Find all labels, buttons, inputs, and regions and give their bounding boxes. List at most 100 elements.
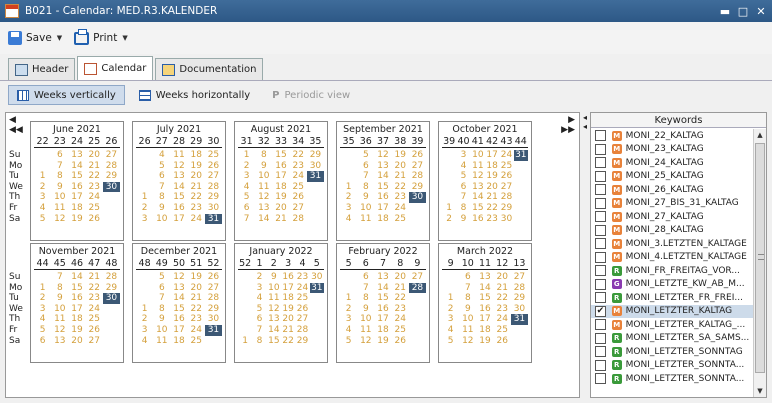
weeks-horizontally-button[interactable]: Weeks horizontally (131, 85, 258, 105)
day-cell[interactable]: 4 (340, 325, 357, 336)
day-cell[interactable]: 14 (476, 283, 493, 294)
day-cell[interactable]: 23 (188, 203, 205, 214)
day-cell[interactable]: 5 (252, 304, 266, 315)
week-number[interactable]: 46 (68, 258, 85, 269)
day-cell[interactable]: 26 (499, 171, 513, 182)
day-cell[interactable]: 14 (471, 192, 485, 203)
day-cell[interactable]: 14 (267, 325, 281, 336)
day-cell[interactable]: 3 (238, 171, 255, 182)
chevron-left-icon[interactable]: ◂ (583, 122, 589, 131)
keyword-item[interactable]: M MONI_26_KALTAG (591, 183, 753, 197)
day-cell[interactable]: 3 (340, 314, 357, 325)
day-cell[interactable]: 26 (205, 272, 222, 283)
keyword-checkbox[interactable] (595, 278, 606, 290)
day-cell[interactable]: 17 (68, 304, 85, 315)
week-number[interactable]: 25 (86, 136, 103, 147)
day-cell[interactable]: 8 (456, 203, 470, 214)
scroll-down-icon[interactable]: ▼ (754, 385, 766, 397)
day-cell[interactable]: 24 (494, 314, 511, 325)
day-cell[interactable]: 1 (340, 293, 357, 304)
week-number[interactable]: 5 (340, 258, 357, 269)
periodic-view-button[interactable]: P Periodic view (264, 85, 358, 105)
day-cell[interactable]: 30 (408, 192, 427, 203)
day-cell[interactable]: 23 (290, 161, 307, 172)
day-cell[interactable]: 6 (153, 171, 170, 182)
day-cell[interactable]: 22 (485, 203, 499, 214)
keyword-checkbox[interactable] (595, 373, 606, 385)
day-cell[interactable]: 9 (357, 304, 374, 315)
day-cell[interactable]: 26 (392, 336, 409, 347)
keyword-checkbox[interactable] (595, 170, 606, 182)
day-cell[interactable]: 9 (153, 314, 170, 325)
scroll-up-icon[interactable]: ▲ (754, 129, 766, 141)
day-cell[interactable]: 28 (409, 171, 426, 182)
day-cell[interactable]: 20 (392, 161, 409, 172)
day-cell[interactable]: 10 (153, 325, 170, 336)
day-cell[interactable]: 1 (340, 182, 357, 193)
day-cell[interactable]: 2 (442, 304, 459, 315)
keyword-checkbox[interactable] (595, 197, 606, 209)
keyword-item[interactable]: M MONI_3.LETZTEN_KALTAGE (591, 237, 753, 251)
day-cell[interactable]: 27 (103, 150, 120, 161)
day-cell[interactable]: 16 (170, 314, 187, 325)
week-number[interactable]: 26 (136, 136, 153, 147)
day-cell[interactable]: 15 (267, 336, 281, 347)
week-number[interactable]: 9 (442, 258, 459, 269)
day-cell[interactable]: 24 (392, 203, 409, 214)
week-number[interactable]: 22 (34, 136, 51, 147)
day-cell[interactable]: 16 (68, 293, 85, 304)
day-cell[interactable]: 26 (205, 161, 222, 172)
day-cell[interactable]: 10 (471, 150, 485, 161)
day-cell[interactable]: 29 (103, 171, 120, 182)
week-number[interactable]: 44 (34, 258, 51, 269)
day-cell[interactable]: 13 (471, 182, 485, 193)
week-number[interactable]: 52 (205, 258, 222, 269)
day-cell[interactable]: 11 (357, 325, 374, 336)
day-cell[interactable]: 28 (408, 282, 427, 294)
day-cell[interactable]: 19 (281, 304, 295, 315)
day-cell[interactable]: 12 (471, 171, 485, 182)
day-cell[interactable]: 15 (170, 192, 187, 203)
day-cell[interactable]: 22 (86, 283, 103, 294)
day-cell[interactable]: 13 (170, 171, 187, 182)
day-cell[interactable]: 21 (485, 192, 499, 203)
day-cell[interactable]: 19 (188, 272, 205, 283)
day-cell[interactable]: 15 (471, 203, 485, 214)
week-number[interactable]: 27 (153, 136, 170, 147)
day-cell[interactable]: 13 (255, 203, 272, 214)
week-number[interactable]: 30 (205, 136, 222, 147)
day-cell[interactable]: 3 (340, 203, 357, 214)
keyword-item[interactable]: M MONI_28_KALTAG (591, 224, 753, 238)
day-cell[interactable]: 10 (153, 214, 170, 225)
day-cell[interactable]: 29 (511, 293, 528, 304)
day-cell[interactable]: 21 (272, 214, 289, 225)
day-cell[interactable]: 31 (309, 282, 324, 294)
day-cell[interactable]: 29 (295, 336, 309, 347)
day-cell[interactable]: 1 (34, 171, 51, 182)
day-cell[interactable]: 10 (51, 304, 68, 315)
day-cell[interactable]: 13 (170, 283, 187, 294)
day-cell[interactable]: 13 (267, 314, 281, 325)
day-cell[interactable]: 27 (295, 314, 309, 325)
week-number[interactable]: 35 (340, 136, 357, 147)
day-cell[interactable]: 2 (252, 272, 266, 283)
week-number[interactable]: 41 (471, 136, 485, 147)
day-cell[interactable]: 18 (281, 293, 295, 304)
day-cell[interactable]: 8 (459, 293, 476, 304)
day-cell[interactable]: 24 (392, 314, 409, 325)
day-cell[interactable]: 22 (86, 171, 103, 182)
day-cell[interactable]: 27 (409, 161, 426, 172)
keyword-item[interactable]: M MONI_LETZTER_KALTAG_... (591, 318, 753, 332)
day-cell[interactable]: 8 (357, 293, 374, 304)
day-cell[interactable]: 26 (295, 304, 309, 315)
day-cell[interactable]: 23 (86, 182, 103, 193)
chevron-down-icon[interactable]: ▼ (57, 34, 62, 42)
keyword-item[interactable]: M MONI_22_KALTAG (591, 129, 753, 143)
day-cell[interactable]: 2 (442, 214, 456, 225)
day-cell[interactable]: 10 (459, 314, 476, 325)
day-cell[interactable]: 16 (471, 214, 485, 225)
day-cell[interactable]: 21 (86, 272, 103, 283)
day-cell[interactable]: 25 (295, 293, 309, 304)
day-cell[interactable]: 9 (357, 192, 374, 203)
week-number[interactable]: 34 (290, 136, 307, 147)
